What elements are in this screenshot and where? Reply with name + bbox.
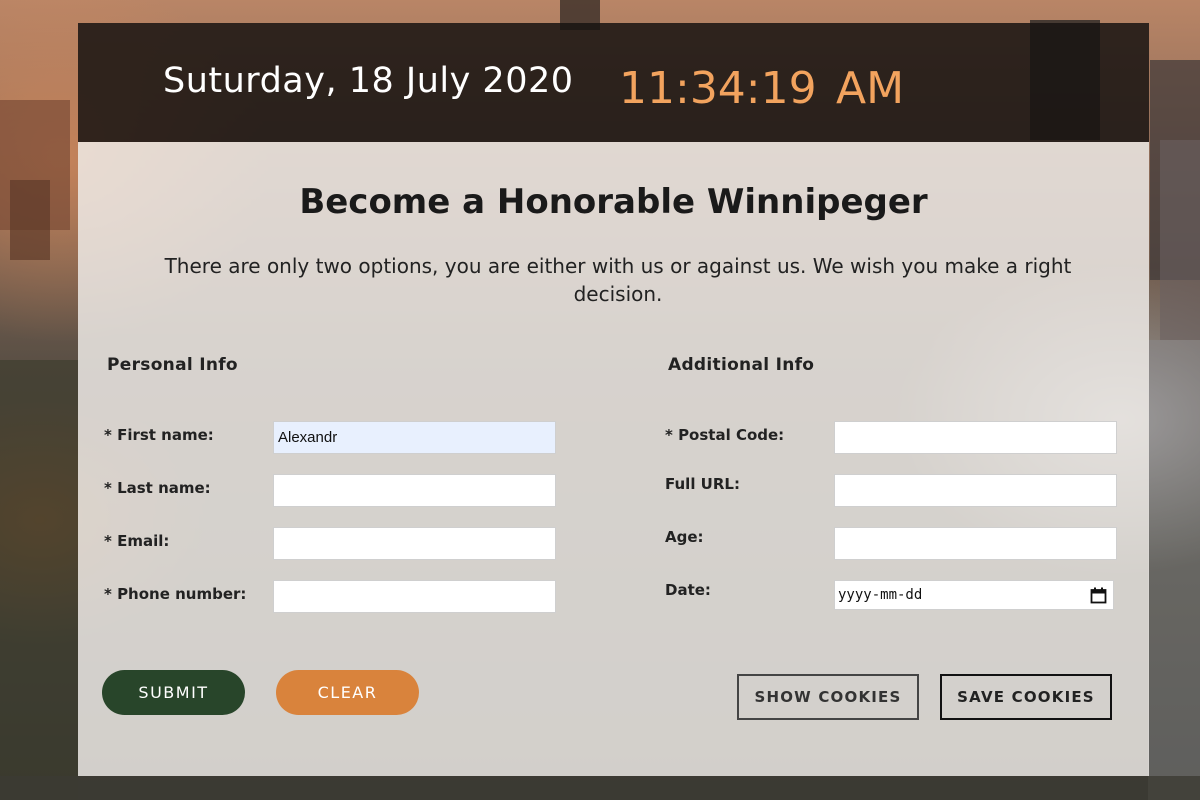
full-url-label: Full URL: bbox=[665, 475, 740, 493]
first-name-label: * First name: bbox=[104, 426, 214, 444]
additional-info-heading: Additional Info bbox=[668, 355, 815, 375]
current-time: 11:34:19 bbox=[619, 63, 817, 114]
form-subtitle: There are only two options, you are eith… bbox=[164, 254, 1072, 306]
last-name-label: * Last name: bbox=[104, 479, 211, 497]
calendar-icon[interactable] bbox=[1090, 587, 1107, 604]
first-name-field[interactable] bbox=[273, 421, 556, 454]
current-ampm: AM bbox=[836, 63, 905, 114]
email-field[interactable] bbox=[273, 527, 556, 560]
current-date: Suturday, 18 July 2020 bbox=[163, 61, 574, 101]
email-label: * Email: bbox=[104, 532, 170, 550]
show-cookies-button[interactable]: SHOW COOKIES bbox=[737, 674, 919, 720]
save-cookies-button[interactable]: SAVE COOKIES bbox=[940, 674, 1112, 720]
date-label: Date: bbox=[665, 581, 711, 599]
age-field[interactable] bbox=[834, 527, 1117, 560]
last-name-field[interactable] bbox=[273, 474, 556, 507]
date-placeholder: yyyy-mm-dd bbox=[838, 587, 923, 603]
submit-button[interactable]: SUBMIT bbox=[102, 670, 245, 715]
phone-field[interactable] bbox=[273, 580, 556, 613]
main-panel: Suturday, 18 July 2020 11:34:19 AM Becom… bbox=[78, 23, 1149, 776]
postal-code-label: * Postal Code: bbox=[665, 426, 785, 444]
registration-form: Become a Honorable Winnipeger There are … bbox=[78, 142, 1149, 776]
date-field[interactable]: yyyy-mm-dd bbox=[834, 580, 1114, 610]
clock-bar: Suturday, 18 July 2020 11:34:19 AM bbox=[78, 23, 1149, 142]
full-url-field[interactable] bbox=[834, 474, 1117, 507]
form-title: Become a Honorable Winnipeger bbox=[299, 182, 928, 222]
personal-info-heading: Personal Info bbox=[107, 355, 238, 375]
postal-code-field[interactable] bbox=[834, 421, 1117, 454]
phone-label: * Phone number: bbox=[104, 585, 247, 603]
age-label: Age: bbox=[665, 528, 704, 546]
clear-button[interactable]: CLEAR bbox=[276, 670, 419, 715]
